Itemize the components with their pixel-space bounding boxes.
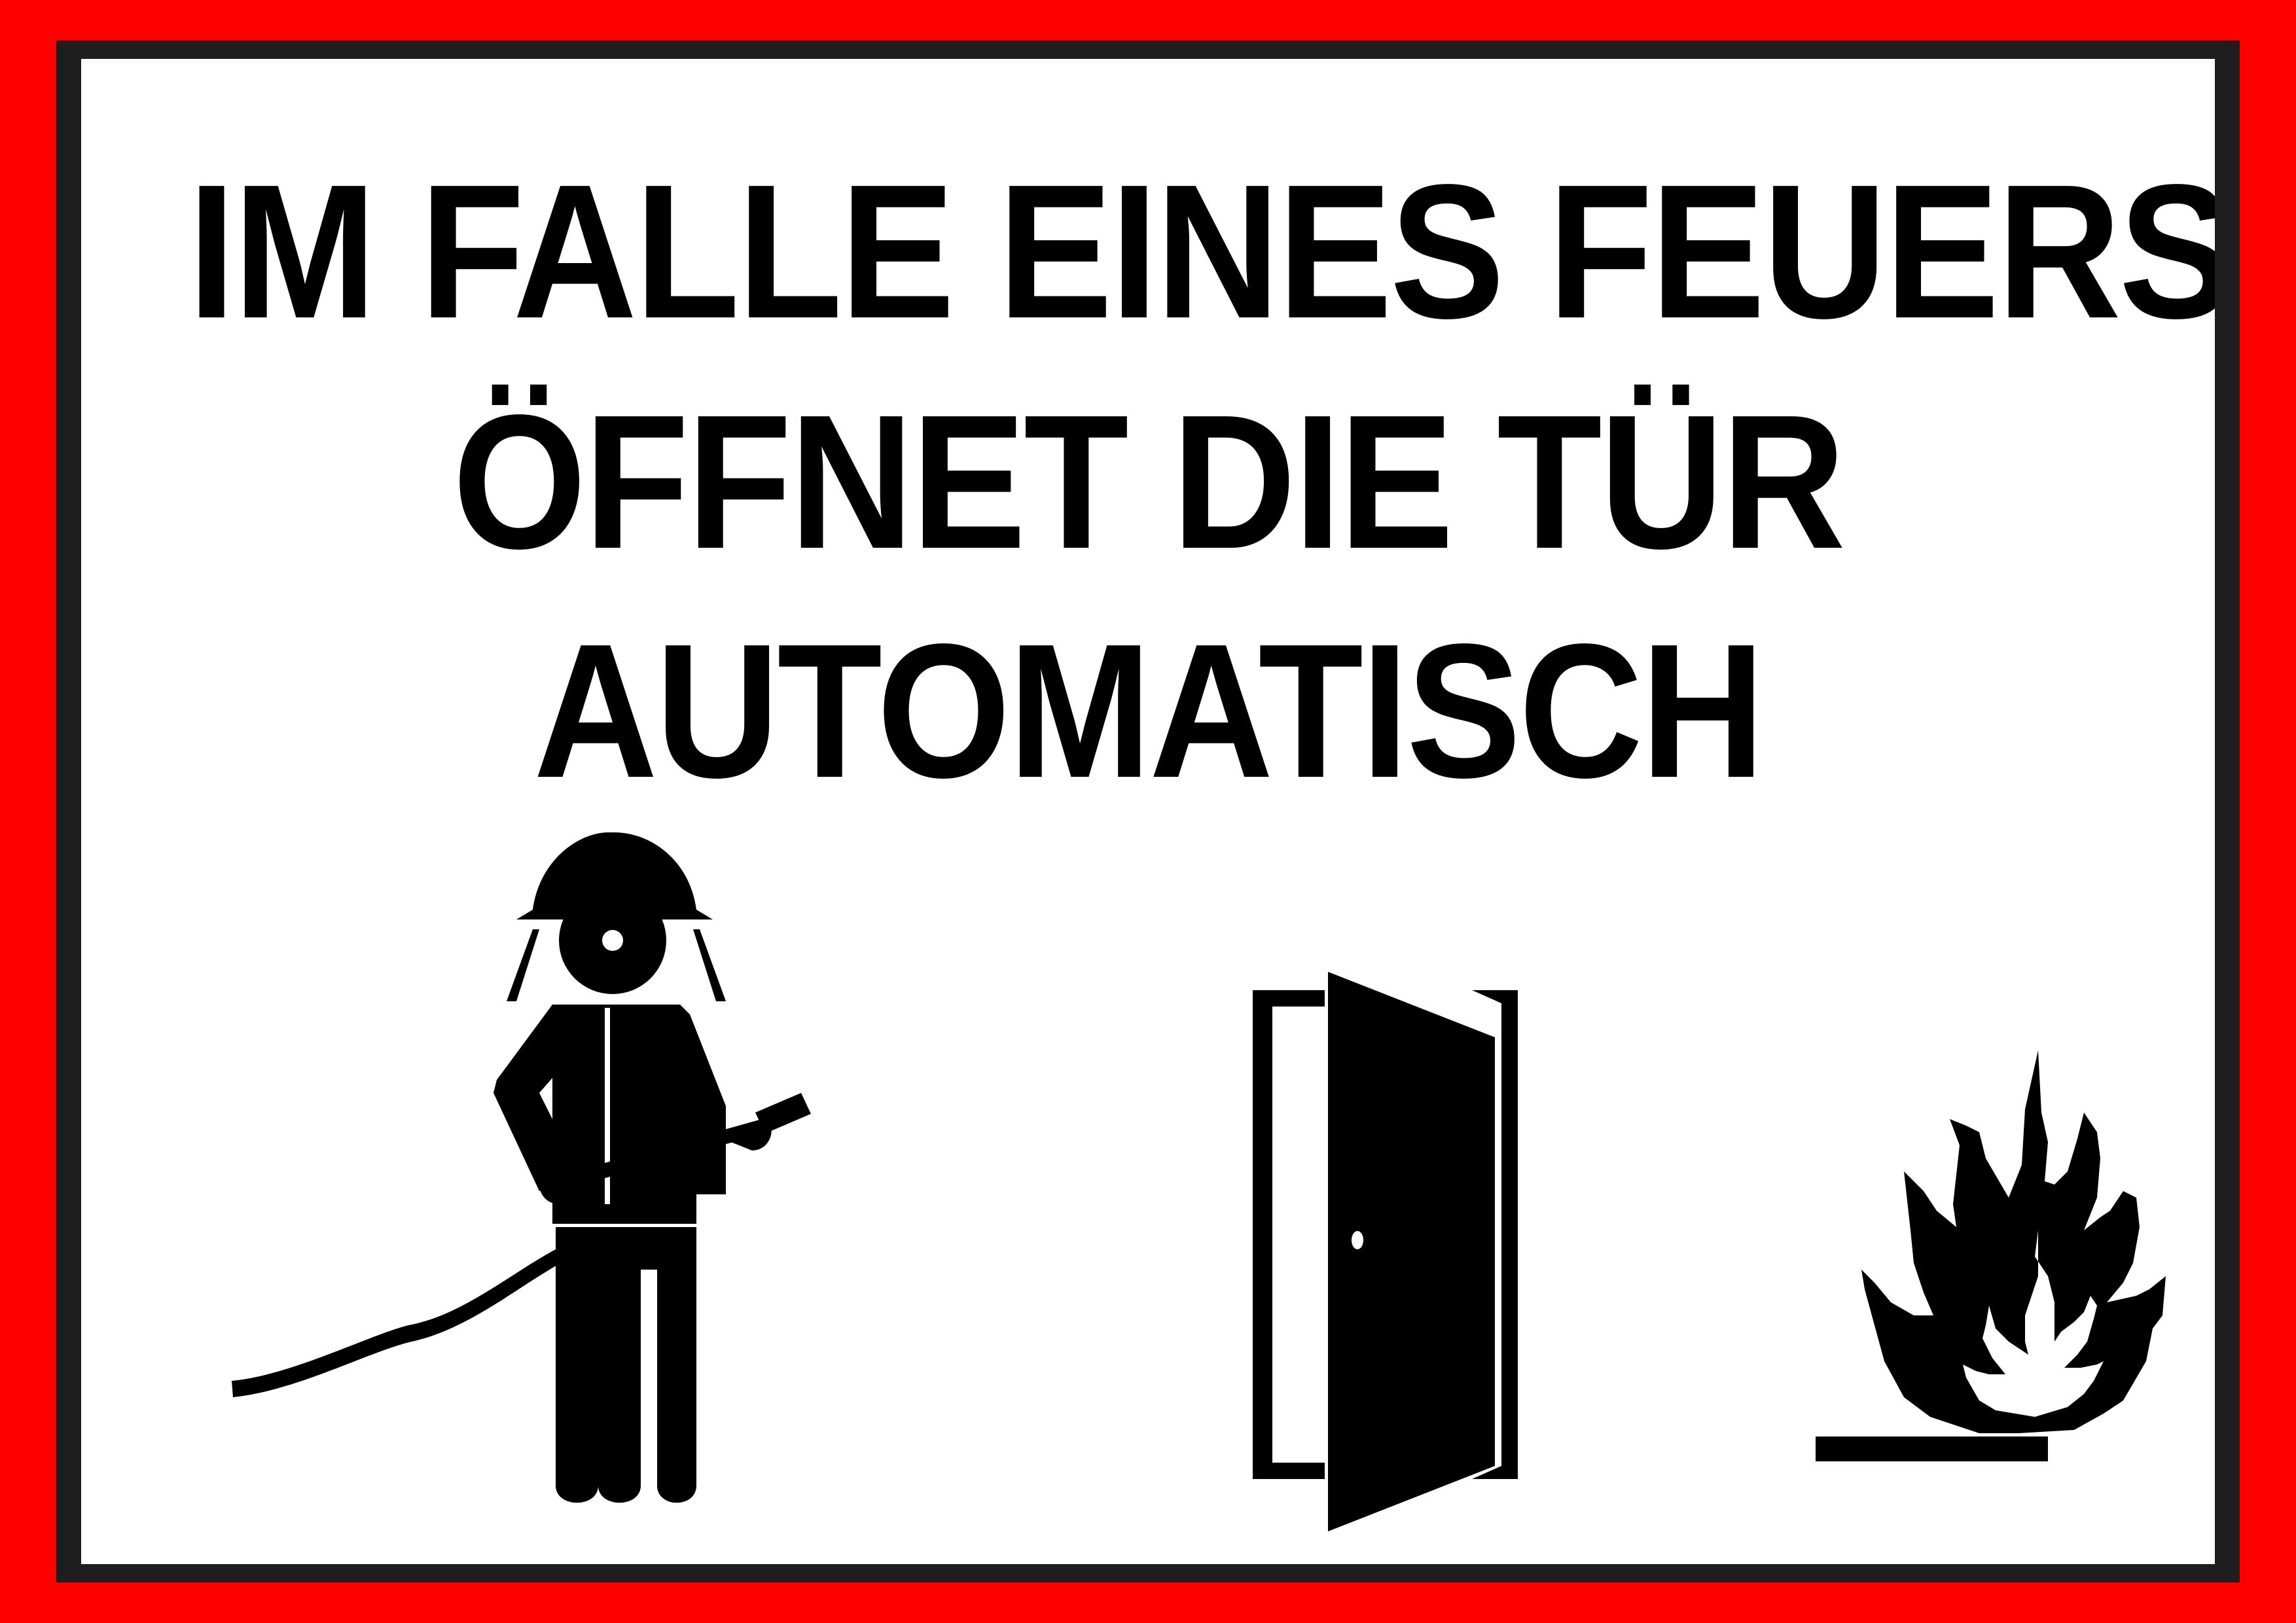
flame-icon xyxy=(1816,1050,2166,1461)
pictogram-row xyxy=(232,832,2166,1531)
sign-face: IM FALLE EINES FEUERS ÖFFNET DIE TÜR AUT… xyxy=(81,59,2215,1564)
sign-red-frame: IM FALLE EINES FEUERS ÖFFNET DIE TÜR AUT… xyxy=(0,0,2296,1623)
open-door-icon xyxy=(1253,972,1518,1531)
firefighter-with-hose-icon xyxy=(232,832,811,1503)
